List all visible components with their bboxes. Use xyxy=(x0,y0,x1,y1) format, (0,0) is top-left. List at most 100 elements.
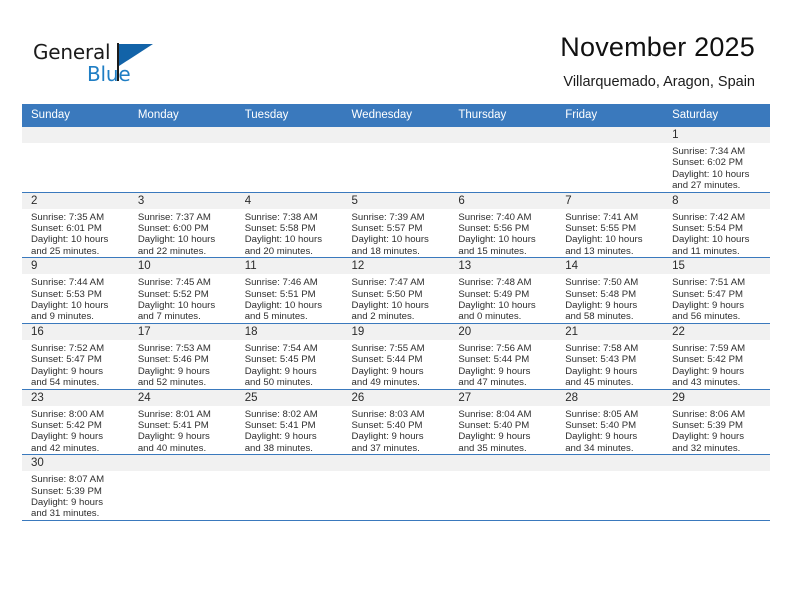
daylight-duration-line1: Daylight: 9 hours xyxy=(351,365,424,377)
daylight-duration-line1: Daylight: 9 hours xyxy=(565,300,638,312)
calendar-cell-empty xyxy=(128,127,236,193)
calendar-day-cell[interactable]: 3 Sunrise: 7:37 AM Sunset: 6:00 PM Daylight… xyxy=(128,192,236,259)
day-cell-inner: 28 Sunrise: 8:05 AM Sunset: 5:40 PM Dayligh… xyxy=(556,389,664,455)
calendar-day-cell[interactable]: 14 Sunrise: 7:50 AM Sunset: 5:48 PM Dayligh… xyxy=(556,257,664,324)
calendar-day-cell[interactable]: 24 Sunrise: 8:01 AM Sunset: 5:41 PM Dayligh… xyxy=(128,389,236,456)
general-blue-logo[interactable]: General Blue xyxy=(33,40,163,90)
day-number: 5 xyxy=(342,192,450,209)
calendar-day-cell[interactable]: 22 Sunrise: 7:59 AM Sunset: 5:42 PM Dayligh… xyxy=(663,323,770,390)
sunrise-time: Sunrise: 7:53 AM xyxy=(137,342,211,354)
calendar-day-cell[interactable]: 2 Sunrise: 7:35 AM Sunset: 6:01 PM Daylight… xyxy=(22,192,129,259)
sunrise-time: Sunrise: 7:52 AM xyxy=(31,342,105,354)
calendar-day-cell[interactable]: 25 Sunrise: 8:02 AM Sunset: 5:41 PM Dayligh… xyxy=(235,389,343,456)
daylight-duration-line2: and 2 minutes. xyxy=(351,311,415,323)
day-cell-inner: 27 Sunrise: 8:04 AM Sunset: 5:40 PM Dayligh… xyxy=(449,389,557,455)
calendar-day-cell[interactable]: 26 Sunrise: 8:03 AM Sunset: 5:40 PM Dayligh… xyxy=(342,389,450,456)
day-details: Sunrise: 7:38 AM Sunset: 5:58 PM Daylight:… xyxy=(236,209,343,258)
calendar-day-cell[interactable]: 13 Sunrise: 7:48 AM Sunset: 5:49 PM Dayligh… xyxy=(449,257,557,324)
page-subtitle: Villarquemado, Aragon, Spain xyxy=(563,74,755,90)
calendar-day-cell[interactable]: 29 Sunrise: 8:06 AM Sunset: 5:39 PM Dayligh… xyxy=(663,389,770,456)
day-number: 21 xyxy=(556,323,664,340)
daylight-duration-line2: and 9 minutes. xyxy=(31,311,94,323)
sunrise-time: Sunrise: 8:06 AM xyxy=(672,408,746,420)
calendar-day-cell[interactable]: 23 Sunrise: 8:00 AM Sunset: 5:42 PM Dayligh… xyxy=(22,389,129,456)
daylight-duration-line2: and 15 minutes. xyxy=(458,245,527,257)
day-number: 20 xyxy=(449,323,557,340)
month-calendar: Sunday Monday Tuesday Wednesday Thursday… xyxy=(22,104,770,521)
calendar-cell-empty xyxy=(449,127,557,193)
sunset-time: Sunset: 5:40 PM xyxy=(458,419,530,431)
calendar-day-cell[interactable]: 21 Sunrise: 7:58 AM Sunset: 5:43 PM Dayligh… xyxy=(556,323,664,390)
daylight-duration-line1: Daylight: 9 hours xyxy=(672,300,745,312)
calendar-cell-empty xyxy=(128,454,236,521)
day-number: 19 xyxy=(342,323,450,340)
daylight-duration-line2: and 54 minutes. xyxy=(31,377,100,389)
calendar-day-cell[interactable]: 11 Sunrise: 7:46 AM Sunset: 5:51 PM Dayligh… xyxy=(235,257,343,324)
daylight-duration-line1: Daylight: 10 hours xyxy=(31,300,109,312)
day-details: Sunrise: 8:04 AM Sunset: 5:40 PM Daylight:… xyxy=(449,406,556,455)
calendar-cell-empty xyxy=(556,127,664,193)
calendar-body: 1 Sunrise: 7:34 AM Sunset: 6:02 PM Daylight… xyxy=(22,127,770,521)
calendar-day-cell[interactable]: 10 Sunrise: 7:45 AM Sunset: 5:52 PM Dayligh… xyxy=(128,257,236,324)
daylight-duration-line2: and 47 minutes. xyxy=(458,377,527,389)
day-number: 18 xyxy=(235,323,343,340)
calendar-cell-empty xyxy=(556,454,664,521)
day-number xyxy=(235,455,343,472)
sunrise-time: Sunrise: 7:46 AM xyxy=(244,277,318,289)
sunrise-time: Sunrise: 7:35 AM xyxy=(31,211,105,223)
day-number: 25 xyxy=(235,389,343,406)
sunset-time: Sunset: 5:41 PM xyxy=(244,419,316,431)
daylight-duration-line2: and 25 minutes. xyxy=(31,245,100,257)
calendar-day-cell[interactable]: 15 Sunrise: 7:51 AM Sunset: 5:47 PM Dayligh… xyxy=(663,257,770,324)
title-block: November 2025 Villarquemado, Aragon, Spa… xyxy=(560,30,755,91)
day-number xyxy=(342,127,450,143)
calendar-day-cell[interactable]: 16 Sunrise: 7:52 AM Sunset: 5:47 PM Dayligh… xyxy=(22,323,129,390)
sunset-time: Sunset: 5:39 PM xyxy=(672,419,743,431)
sunrise-time: Sunrise: 7:59 AM xyxy=(672,342,746,354)
day-cell-inner xyxy=(556,127,664,192)
day-details: Sunrise: 7:47 AM Sunset: 5:50 PM Daylight:… xyxy=(343,274,450,323)
day-details: Sunrise: 8:02 AM Sunset: 5:41 PM Daylight:… xyxy=(236,406,343,455)
day-number: 7 xyxy=(556,192,664,209)
sunset-time: Sunset: 6:00 PM xyxy=(137,223,209,235)
daylight-duration-line1: Daylight: 10 hours xyxy=(458,300,536,312)
sunset-time: Sunset: 5:42 PM xyxy=(31,419,102,431)
daylight-duration-line2: and 11 minutes. xyxy=(672,245,740,257)
day-cell-inner xyxy=(128,127,236,192)
calendar-day-cell[interactable]: 28 Sunrise: 8:05 AM Sunset: 5:40 PM Dayligh… xyxy=(556,389,664,456)
calendar-day-cell[interactable]: 8 Sunrise: 7:42 AM Sunset: 5:54 PM Daylight… xyxy=(663,192,770,259)
sunrise-time: Sunrise: 8:07 AM xyxy=(31,474,105,486)
calendar-cell-empty xyxy=(235,454,343,521)
calendar-day-cell[interactable]: 1 Sunrise: 7:34 AM Sunset: 6:02 PM Daylight… xyxy=(663,127,770,193)
calendar-day-cell[interactable]: 27 Sunrise: 8:04 AM Sunset: 5:40 PM Dayligh… xyxy=(449,389,557,456)
daylight-duration-line2: and 22 minutes. xyxy=(137,245,207,257)
day-cell-inner xyxy=(22,127,129,192)
daylight-duration-line1: Daylight: 9 hours xyxy=(458,365,531,377)
calendar-day-cell[interactable]: 4 Sunrise: 7:38 AM Sunset: 5:58 PM Daylight… xyxy=(235,192,343,259)
day-number: 14 xyxy=(556,258,664,275)
day-details: Sunrise: 7:59 AM Sunset: 5:42 PM Daylight:… xyxy=(663,340,770,389)
calendar-day-cell[interactable]: 30 Sunrise: 8:07 AM Sunset: 5:39 PM Dayligh… xyxy=(22,454,129,521)
sunrise-time: Sunrise: 7:40 AM xyxy=(458,211,532,223)
calendar-day-cell[interactable]: 7 Sunrise: 7:41 AM Sunset: 5:55 PM Daylight… xyxy=(556,192,664,259)
calendar-week-row: 1 Sunrise: 7:34 AM Sunset: 6:02 PM Daylight… xyxy=(22,127,770,193)
day-details: Sunrise: 7:40 AM Sunset: 5:56 PM Daylight:… xyxy=(449,209,556,258)
calendar-day-cell[interactable]: 19 Sunrise: 7:55 AM Sunset: 5:44 PM Dayligh… xyxy=(342,323,450,390)
calendar-day-cell[interactable]: 17 Sunrise: 7:53 AM Sunset: 5:46 PM Dayligh… xyxy=(128,323,236,390)
day-details: Sunrise: 7:53 AM Sunset: 5:46 PM Daylight:… xyxy=(129,340,236,389)
calendar-day-cell[interactable]: 20 Sunrise: 7:56 AM Sunset: 5:44 PM Dayligh… xyxy=(449,323,557,390)
sunrise-time: Sunrise: 8:05 AM xyxy=(565,408,639,420)
calendar-day-cell[interactable]: 6 Sunrise: 7:40 AM Sunset: 5:56 PM Daylight… xyxy=(449,192,557,259)
calendar-day-cell[interactable]: 18 Sunrise: 7:54 AM Sunset: 5:45 PM Dayligh… xyxy=(235,323,343,390)
daylight-duration-line2: and 27 minutes. xyxy=(672,180,741,192)
day-number: 29 xyxy=(663,389,770,406)
calendar-day-cell[interactable]: 9 Sunrise: 7:44 AM Sunset: 5:53 PM Daylight… xyxy=(22,257,129,324)
daylight-duration-line2: and 49 minutes. xyxy=(351,377,420,389)
calendar-day-cell[interactable]: 12 Sunrise: 7:47 AM Sunset: 5:50 PM Dayligh… xyxy=(342,257,450,324)
daylight-duration-line1: Daylight: 10 hours xyxy=(672,234,750,246)
day-number xyxy=(235,127,343,143)
sunset-time: Sunset: 5:52 PM xyxy=(137,288,209,300)
daylight-duration-line1: Daylight: 10 hours xyxy=(137,300,216,312)
calendar-day-cell[interactable]: 5 Sunrise: 7:39 AM Sunset: 5:57 PM Daylight… xyxy=(342,192,450,259)
daylight-duration-line2: and 38 minutes. xyxy=(244,442,313,454)
